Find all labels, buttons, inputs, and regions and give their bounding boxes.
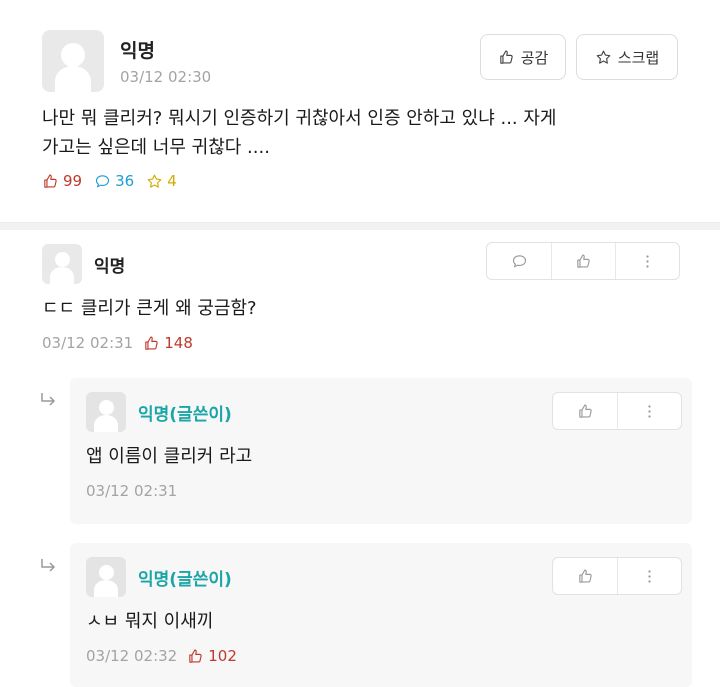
reply: 익명(글쓴이) 앱 이름이 클리커 라고 03/12 02:31 bbox=[70, 378, 692, 524]
thumbs-up-icon bbox=[577, 568, 594, 585]
more-vertical-icon bbox=[641, 403, 658, 420]
scrap-count-value: 4 bbox=[167, 172, 177, 190]
reply-like-count-value: 102 bbox=[208, 647, 237, 665]
comment-author: 익명 bbox=[94, 257, 126, 277]
reply-actions bbox=[552, 392, 682, 430]
reply-button[interactable] bbox=[487, 243, 551, 279]
like-count-value: 99 bbox=[63, 172, 83, 190]
reply-actions bbox=[552, 557, 682, 595]
reply-text: 앱 이름이 클리커 라고 bbox=[86, 446, 253, 467]
star-icon bbox=[146, 173, 163, 190]
reply-arrow-icon bbox=[41, 393, 56, 406]
thumbs-up-icon bbox=[42, 173, 59, 190]
post-time: 03/12 02:30 bbox=[120, 68, 212, 86]
more-vertical-icon bbox=[641, 568, 658, 585]
reply-author: 익명(글쓴이) bbox=[138, 405, 232, 425]
comment-meta: 03/12 02:31 148 bbox=[42, 334, 193, 352]
reply-avatar bbox=[86, 557, 126, 597]
reply-time: 03/12 02:31 bbox=[86, 482, 178, 500]
reply-more-button[interactable] bbox=[617, 558, 681, 594]
comment-like-count-value: 148 bbox=[164, 334, 193, 352]
thumbs-up-icon bbox=[577, 403, 594, 420]
comment-time: 03/12 02:31 bbox=[42, 334, 134, 352]
comment-like-button[interactable] bbox=[551, 243, 615, 279]
reply-meta: 03/12 02:32 102 bbox=[86, 647, 237, 665]
like-button-label: 공감 bbox=[520, 48, 549, 67]
comment-text: ㄷㄷ 클리가 큰게 왜 궁금함? bbox=[42, 298, 257, 319]
comment-actions bbox=[486, 242, 680, 280]
like-button[interactable]: 공감 bbox=[480, 34, 566, 80]
thumbs-up-icon bbox=[143, 335, 160, 352]
reply-like-count: 102 bbox=[187, 647, 237, 665]
comment-more-button[interactable] bbox=[615, 243, 679, 279]
reply-like-button[interactable] bbox=[553, 558, 617, 594]
section-divider bbox=[0, 222, 720, 230]
thumbs-up-icon bbox=[187, 648, 204, 665]
speech-bubble-icon bbox=[94, 173, 111, 190]
reply-arrow-icon bbox=[41, 559, 56, 572]
speech-bubble-icon bbox=[511, 253, 528, 270]
post-stats: 99 36 4 bbox=[42, 172, 189, 190]
like-count: 99 bbox=[42, 172, 82, 190]
post-avatar bbox=[42, 30, 104, 92]
comment: 익명 ㄷㄷ 클리가 큰게 왜 궁금함? 03/12 02:31 148 bbox=[0, 230, 720, 370]
comment-like-count: 148 bbox=[143, 334, 193, 352]
more-vertical-icon bbox=[639, 253, 656, 270]
reply-like-button[interactable] bbox=[553, 393, 617, 429]
post-author: 익명 bbox=[120, 40, 155, 62]
reply-meta: 03/12 02:31 bbox=[86, 482, 177, 500]
reply-author: 익명(글쓴이) bbox=[138, 570, 232, 590]
thumbs-up-icon bbox=[575, 253, 592, 270]
reply: 익명(글쓴이) ㅅㅂ 뭐지 이새끼 03/12 02:32 102 bbox=[70, 543, 692, 687]
thumbs-up-icon bbox=[498, 49, 515, 66]
reply-time: 03/12 02:32 bbox=[86, 647, 178, 665]
scrap-count: 4 bbox=[146, 172, 177, 190]
reply-more-button[interactable] bbox=[617, 393, 681, 429]
post-body-line: 가고는 싶은데 너무 귀찮다 .... bbox=[42, 137, 270, 158]
comment-count-value: 36 bbox=[115, 172, 135, 190]
scrap-button-label: 스크랩 bbox=[617, 48, 660, 67]
scrap-button[interactable]: 스크랩 bbox=[576, 34, 678, 80]
post-body-line: 나만 뭐 클리커? 뭐시기 인증하기 귀찮아서 인증 안하고 있냐 ... 자게 bbox=[42, 108, 557, 129]
post: 익명 03/12 02:30 공감 스크랩 나만 뭐 클리커? 뭐시기 인증하기… bbox=[0, 0, 720, 222]
reply-avatar bbox=[86, 392, 126, 432]
reply-text: ㅅㅂ 뭐지 이새끼 bbox=[86, 611, 214, 632]
comment-count: 36 bbox=[94, 172, 134, 190]
star-icon bbox=[595, 49, 612, 66]
post-body: 나만 뭐 클리커? 뭐시기 인증하기 귀찮아서 인증 안하고 있냐 ... 자게… bbox=[42, 104, 682, 162]
comment-avatar bbox=[42, 244, 82, 284]
